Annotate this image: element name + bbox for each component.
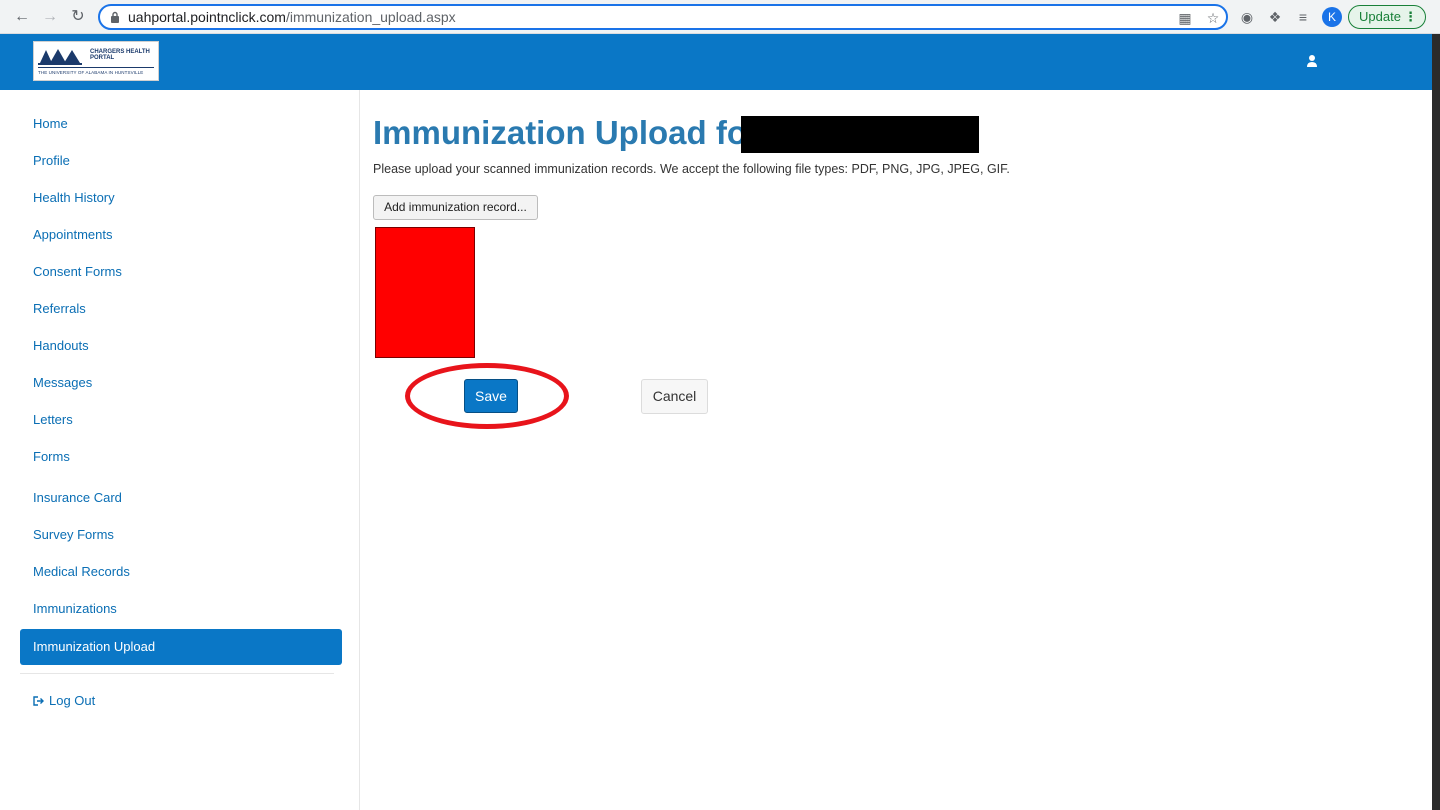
sidebar-nav: Home Profile Health History Appointments…	[0, 90, 360, 810]
sidebar-item-health-history[interactable]: Health History	[20, 180, 342, 216]
sidebar-item-home[interactable]: Home	[20, 106, 342, 142]
update-label: Update	[1359, 9, 1401, 24]
update-button[interactable]: Update ⋮	[1348, 5, 1426, 29]
sidebar-item-consent-forms[interactable]: Consent Forms	[20, 254, 342, 290]
reload-icon[interactable]: ↻	[68, 7, 88, 27]
sidebar-item-appointments[interactable]: Appointments	[20, 217, 342, 253]
url-host: uahportal.pointnclick.com	[128, 9, 286, 25]
cancel-button[interactable]: Cancel	[641, 379, 708, 414]
profile-avatar[interactable]: K	[1322, 7, 1342, 27]
browser-toolbar: ← → ↻ uahportal.pointnclick.com/immuniza…	[0, 0, 1440, 34]
sidebar-item-handouts[interactable]: Handouts	[20, 328, 342, 364]
sidebar-item-forms[interactable]: Forms	[20, 439, 342, 475]
camera-icon[interactable]: ◉	[1238, 8, 1256, 26]
lock-icon	[111, 11, 119, 23]
logo-divider	[38, 67, 154, 68]
logo-subtitle: THE UNIVERSITY OF ALABAMA IN HUNTSVILLE	[38, 70, 144, 75]
uploaded-file-preview	[375, 227, 475, 358]
sidebar-item-immunization-upload[interactable]: Immunization Upload	[20, 629, 342, 665]
sidebar-item-messages[interactable]: Messages	[20, 365, 342, 401]
logout-icon	[33, 696, 44, 706]
media-queue-icon[interactable]: ≡	[1294, 8, 1312, 26]
sidebar-item-referrals[interactable]: Referrals	[20, 291, 342, 327]
user-account-icon[interactable]	[1306, 54, 1318, 68]
url-path: /immunization_upload.aspx	[285, 9, 456, 25]
redacted-name	[741, 116, 979, 153]
save-highlight-ring	[405, 363, 569, 429]
page-title: Immunization Upload for	[373, 114, 760, 151]
logout-link[interactable]: Log Out	[33, 690, 95, 712]
portal-header: CHARGERS HEALTH PORTAL THE UNIVERSITY OF…	[0, 34, 1432, 90]
main-content: Immunization Upload for Please upload yo…	[361, 90, 1432, 810]
logout-label: Log Out	[49, 693, 96, 708]
back-arrow-icon[interactable]: ←	[12, 7, 32, 27]
sidebar-divider	[20, 673, 334, 674]
sidebar-item-letters[interactable]: Letters	[20, 402, 342, 438]
url-text: uahportal.pointnclick.com/immunization_u…	[128, 9, 456, 25]
portal-logo[interactable]: CHARGERS HEALTH PORTAL THE UNIVERSITY OF…	[33, 41, 159, 81]
qr-code-icon[interactable]: ▦	[1176, 9, 1194, 27]
window-edge	[1432, 34, 1440, 810]
extensions-puzzle-icon[interactable]: ❖	[1266, 8, 1284, 26]
bookmark-star-icon[interactable]: ☆	[1204, 9, 1222, 27]
sidebar-item-immunizations[interactable]: Immunizations	[20, 591, 342, 627]
sidebar-item-survey-forms[interactable]: Survey Forms	[20, 517, 342, 553]
uah-logo-mark-icon	[38, 49, 82, 65]
upload-instructions: Please upload your scanned immunization …	[373, 162, 1010, 176]
address-bar[interactable]: uahportal.pointnclick.com/immunization_u…	[98, 4, 1228, 30]
sidebar-item-profile[interactable]: Profile	[20, 143, 342, 179]
forward-arrow-icon[interactable]: →	[40, 7, 60, 27]
sidebar-item-insurance-card[interactable]: Insurance Card	[20, 480, 342, 516]
logo-title: CHARGERS HEALTH PORTAL	[90, 49, 150, 61]
sidebar-item-medical-records[interactable]: Medical Records	[20, 554, 342, 590]
add-immunization-record-button[interactable]: Add immunization record...	[373, 195, 538, 220]
more-menu-icon[interactable]: ⋮	[1404, 6, 1417, 28]
